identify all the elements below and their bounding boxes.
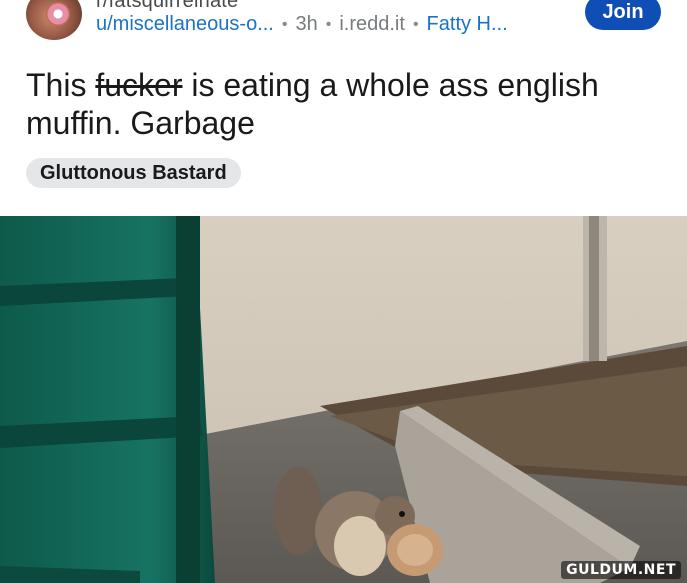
post-flair-tag[interactable]: Gluttonous Bastard [26, 158, 241, 188]
subreddit-name[interactable]: r/fatsquirrelhate [96, 0, 238, 13]
donut-icon [46, 2, 70, 26]
post-header: r/fatsquirrelhate u/miscellaneous-o... •… [0, 0, 687, 216]
meta-separator: • [281, 15, 288, 33]
post-title[interactable]: This fucker is eating a whole ass englis… [26, 66, 666, 142]
subreddit-avatar[interactable] [26, 0, 82, 40]
squirrel-photo [0, 216, 687, 583]
user-flair[interactable]: Fatty H... [427, 13, 508, 36]
title-text-start: This [26, 67, 96, 103]
post-meta: u/miscellaneous-o... • 3h • i.redd.it • … [96, 13, 508, 36]
watermark-text: GULDUM.NET [561, 561, 681, 579]
meta-separator: • [412, 15, 419, 33]
author-link[interactable]: u/miscellaneous-o... [96, 13, 274, 36]
post-domain[interactable]: i.redd.it [339, 13, 405, 36]
post-age: 3h [295, 13, 318, 35]
join-button[interactable]: Join [585, 0, 661, 30]
title-struck-word: fucker [95, 67, 183, 103]
meta-separator: • [325, 15, 332, 33]
post-image[interactable]: GULDUM.NET [0, 216, 687, 583]
